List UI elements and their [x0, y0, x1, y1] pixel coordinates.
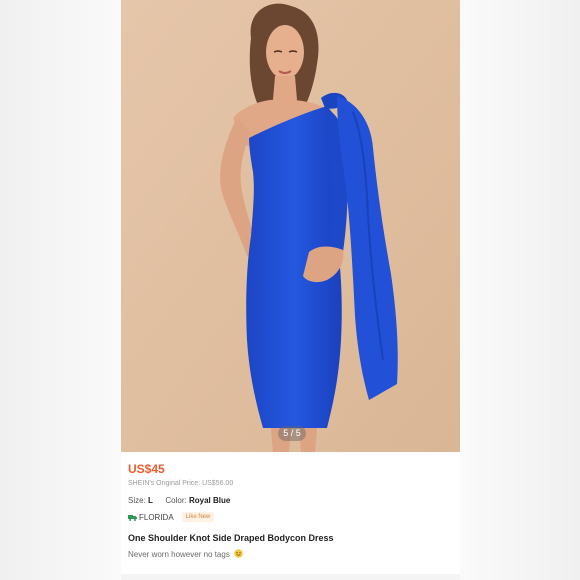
listing-title: One Shoulder Knot Side Draped Bodycon Dr… [128, 533, 334, 543]
left-background-strip [0, 0, 121, 580]
location-text: FLORIDA [139, 512, 174, 522]
listing-card: 5 / 5 US$45 SHEIN's Original Price: US$5… [121, 0, 460, 574]
truck-icon [128, 514, 137, 521]
product-photo[interactable]: 5 / 5 [121, 0, 460, 452]
listing-page: 5 / 5 US$45 SHEIN's Original Price: US$5… [0, 0, 580, 580]
original-price: SHEIN's Original Price: US$56.00 [128, 480, 234, 487]
product-photo-image [121, 0, 460, 452]
size-value: L [148, 496, 153, 505]
smiling-face-icon [234, 549, 243, 558]
size-color-line: Size: L Color: Royal Blue [128, 496, 230, 505]
size-label: Size: [128, 496, 146, 505]
image-counter: 5 / 5 [278, 426, 306, 441]
description-text: Never worn however no tags [128, 550, 230, 559]
color-label: Color: [165, 496, 187, 505]
condition-badge: Like New [181, 512, 215, 522]
listing-price: US$45 [128, 462, 165, 476]
color-value: Royal Blue [188, 496, 231, 505]
listing-description: Never worn however no tags [128, 549, 243, 559]
location-line: FLORIDA Like New [128, 512, 215, 522]
right-background-strip [460, 0, 580, 580]
